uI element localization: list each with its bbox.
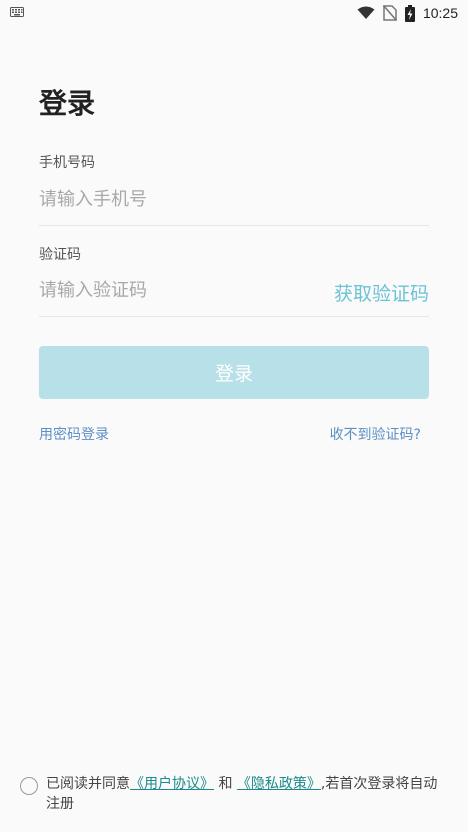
agreement-and: 和 [218, 776, 233, 792]
phone-label: 手机号码 [39, 155, 95, 171]
divider [39, 225, 429, 226]
privacy-policy-link[interactable]: 《隐私政策》 [237, 776, 321, 792]
agreement-prefix: 已阅读并同意 [46, 776, 130, 792]
wifi-icon [357, 6, 375, 20]
agreement: 已阅读并同意《用户协议》 和 《隐私政策》,若首次登录将自动注册 [20, 774, 450, 814]
divider [39, 316, 429, 317]
status-bar: 10:25 [0, 0, 468, 26]
page-title: 登录 [39, 87, 96, 120]
agreement-checkbox[interactable] [20, 777, 38, 795]
agreement-text: 已阅读并同意《用户协议》 和 《隐私政策》,若首次登录将自动注册 [46, 774, 450, 814]
no-sim-icon [382, 5, 397, 21]
keyboard-icon [10, 6, 24, 21]
code-input[interactable] [39, 268, 309, 312]
phone-input[interactable] [39, 177, 429, 221]
password-login-link[interactable]: 用密码登录 [39, 424, 109, 444]
user-agreement-link[interactable]: 《用户协议》 [130, 776, 214, 792]
status-time: 10:25 [422, 5, 458, 21]
battery-charging-icon [404, 4, 415, 22]
login-button[interactable]: 登录 [39, 346, 429, 399]
code-label: 验证码 [39, 247, 81, 263]
get-code-button[interactable]: 获取验证码 [334, 279, 429, 306]
no-code-link[interactable]: 收不到验证码? [330, 424, 421, 444]
